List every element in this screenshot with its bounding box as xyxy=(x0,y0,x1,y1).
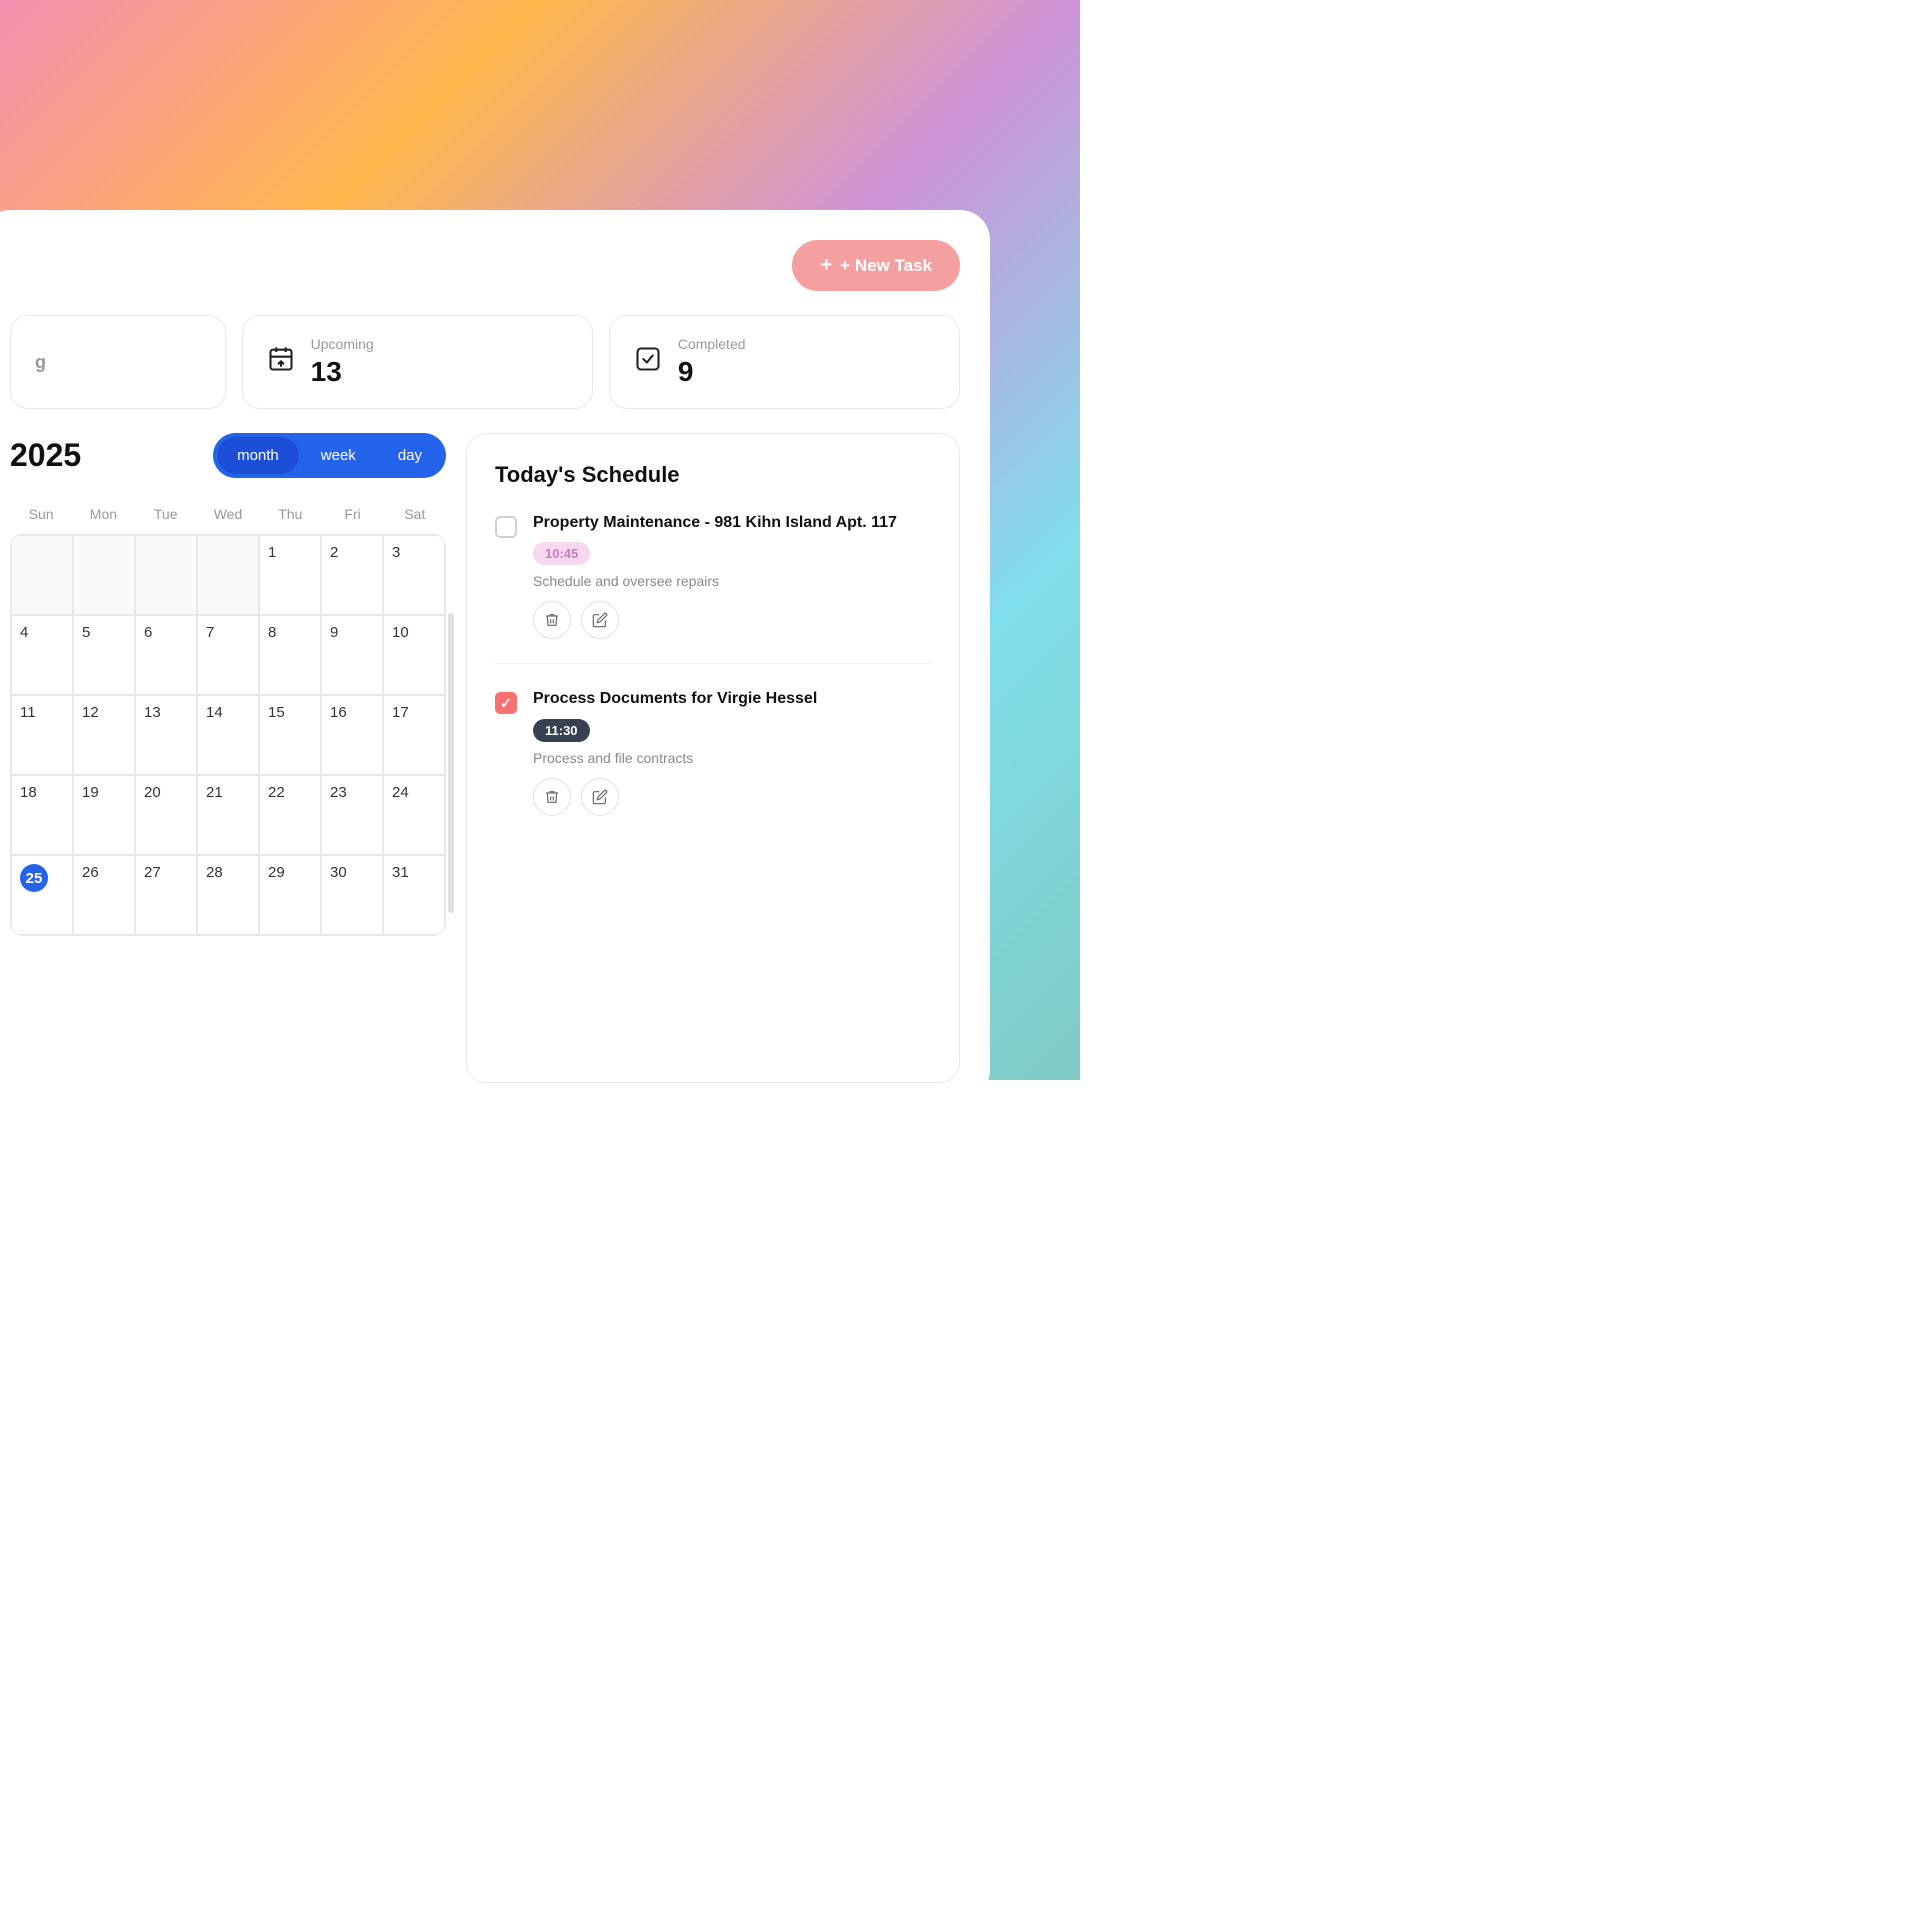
task-item-2: Process Documents for Virgie Hessel 11:3… xyxy=(495,688,931,815)
calendar-year: 2025 xyxy=(10,437,81,474)
cal-cell[interactable]: 31 xyxy=(383,855,445,935)
completed-stat-card: Completed 9 xyxy=(609,315,960,409)
cal-cell[interactable] xyxy=(135,535,197,615)
task-1-content: Property Maintenance - 981 Kihn Island A… xyxy=(533,512,931,639)
calendar-section: 2025 month week day Sun Mon Tue Wed Thu … xyxy=(10,433,446,1083)
task-2-title: Process Documents for Virgie Hessel xyxy=(533,688,931,710)
day-header-sun: Sun xyxy=(10,498,72,530)
partial-stat-card: g xyxy=(10,315,226,409)
cal-cell[interactable]: 18 xyxy=(11,775,73,855)
cal-cell[interactable]: 14 xyxy=(197,695,259,775)
cal-cell[interactable]: 13 xyxy=(135,695,197,775)
view-month-button[interactable]: month xyxy=(217,437,299,474)
completed-label: Completed xyxy=(678,336,746,352)
plus-icon: + xyxy=(820,254,832,277)
cal-cell[interactable]: 17 xyxy=(383,695,445,775)
cal-cell[interactable] xyxy=(73,535,135,615)
cal-cell[interactable]: 20 xyxy=(135,775,197,855)
upcoming-info: Upcoming 13 xyxy=(311,336,374,388)
cal-cell[interactable]: 15 xyxy=(259,695,321,775)
cal-cell-today[interactable]: 25 xyxy=(11,855,73,935)
app-card: + + New Task g Upcoming 13 xyxy=(0,210,990,1100)
main-content: 2025 month week day Sun Mon Tue Wed Thu … xyxy=(10,433,960,1083)
cal-cell[interactable]: 27 xyxy=(135,855,197,935)
day-header-sat: Sat xyxy=(384,498,446,530)
task-1-title: Property Maintenance - 981 Kihn Island A… xyxy=(533,512,931,534)
task-1-time-badge: 10:45 xyxy=(533,542,590,565)
task-item-1: Property Maintenance - 981 Kihn Island A… xyxy=(495,512,931,664)
task-1-delete-button[interactable] xyxy=(533,601,571,639)
upcoming-label: Upcoming xyxy=(311,336,374,352)
task-2-time-badge: 11:30 xyxy=(533,719,590,742)
day-header-thu: Thu xyxy=(259,498,321,530)
cal-cell[interactable]: 10 xyxy=(383,615,445,695)
calendar-day-headers: Sun Mon Tue Wed Thu Fri Sat xyxy=(10,498,446,530)
task-2-content: Process Documents for Virgie Hessel 11:3… xyxy=(533,688,931,815)
new-task-button[interactable]: + + New Task xyxy=(792,240,960,291)
task-1-actions xyxy=(533,601,931,639)
cal-cell[interactable]: 30 xyxy=(321,855,383,935)
task-2-checkbox[interactable] xyxy=(495,692,517,714)
cal-cell[interactable]: 12 xyxy=(73,695,135,775)
task-1-checkbox[interactable] xyxy=(495,516,517,538)
cal-cell[interactable]: 8 xyxy=(259,615,321,695)
cal-cell[interactable]: 28 xyxy=(197,855,259,935)
cal-cell[interactable] xyxy=(11,535,73,615)
cal-cell[interactable]: 7 xyxy=(197,615,259,695)
cal-cell[interactable]: 23 xyxy=(321,775,383,855)
cal-cell[interactable]: 1 xyxy=(259,535,321,615)
upcoming-stat-card: Upcoming 13 xyxy=(242,315,593,409)
day-header-mon: Mon xyxy=(72,498,134,530)
schedule-title: Today's Schedule xyxy=(495,462,931,488)
header-row: + + New Task xyxy=(10,240,960,291)
task-1-description: Schedule and oversee repairs xyxy=(533,573,931,589)
calendar-header: 2025 month week day xyxy=(10,433,446,478)
completed-info: Completed 9 xyxy=(678,336,746,388)
task-2-edit-button[interactable] xyxy=(581,778,619,816)
calendar-body: 1 2 3 4 5 6 7 8 9 10 11 12 13 14 15 xyxy=(10,534,446,936)
scrollbar xyxy=(448,613,454,913)
view-week-button[interactable]: week xyxy=(301,437,376,474)
cal-cell[interactable]: 4 xyxy=(11,615,73,695)
day-header-tue: Tue xyxy=(135,498,197,530)
cal-cell[interactable]: 2 xyxy=(321,535,383,615)
cal-cell[interactable] xyxy=(197,535,259,615)
cal-cell[interactable]: 3 xyxy=(383,535,445,615)
partial-label: g xyxy=(35,352,46,373)
cal-cell[interactable]: 26 xyxy=(73,855,135,935)
calendar-grid: Sun Mon Tue Wed Thu Fri Sat 1 xyxy=(10,498,446,936)
cal-cell[interactable]: 24 xyxy=(383,775,445,855)
cal-cell[interactable]: 22 xyxy=(259,775,321,855)
completed-icon xyxy=(634,345,662,380)
completed-value: 9 xyxy=(678,356,746,388)
cal-cell[interactable]: 29 xyxy=(259,855,321,935)
task-2-actions xyxy=(533,778,931,816)
cal-cell[interactable]: 9 xyxy=(321,615,383,695)
upcoming-icon xyxy=(267,345,295,380)
day-header-wed: Wed xyxy=(197,498,259,530)
schedule-section: Today's Schedule Property Maintenance - … xyxy=(466,433,960,1083)
task-1-edit-button[interactable] xyxy=(581,601,619,639)
cal-cell[interactable]: 21 xyxy=(197,775,259,855)
view-day-button[interactable]: day xyxy=(378,437,442,474)
cal-cell[interactable]: 5 xyxy=(73,615,135,695)
cal-cell[interactable]: 11 xyxy=(11,695,73,775)
upcoming-value: 13 xyxy=(311,356,374,388)
stats-row: g Upcoming 13 xyxy=(10,315,960,409)
task-2-description: Process and file contracts xyxy=(533,750,931,766)
view-toggle: month week day xyxy=(213,433,446,478)
day-header-fri: Fri xyxy=(321,498,383,530)
cal-cell[interactable]: 6 xyxy=(135,615,197,695)
new-task-label: + New Task xyxy=(840,256,932,276)
cal-cell[interactable]: 19 xyxy=(73,775,135,855)
task-2-delete-button[interactable] xyxy=(533,778,571,816)
cal-cell[interactable]: 16 xyxy=(321,695,383,775)
